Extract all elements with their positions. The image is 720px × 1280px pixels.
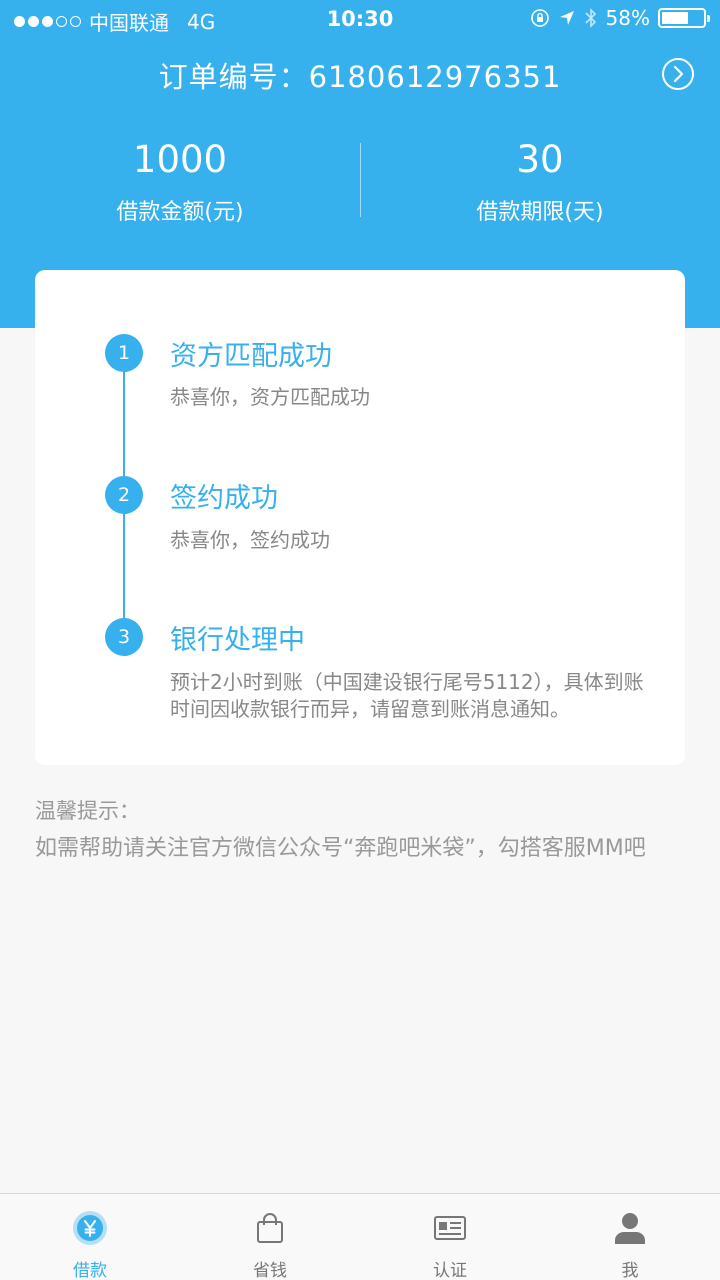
chevron-right-circle-icon[interactable] xyxy=(661,57,695,91)
yuan-icon xyxy=(73,1211,107,1245)
progress-card: 1 资方匹配成功 恭喜你，资方匹配成功 2 签约成功 恭喜你，签约成功 3 银行… xyxy=(35,270,685,765)
step-desc-1: 恭喜你，资方匹配成功 xyxy=(170,385,370,409)
loan-term-stat: 30 借款期限(天) xyxy=(360,136,720,226)
step-title-2: 签约成功 xyxy=(170,483,278,514)
step-desc-3: 预计2小时到账（中国建设银行尾号5112），具体到账时间因收款银行而异，请留意到… xyxy=(170,670,644,721)
step-number-2: 2 xyxy=(105,476,143,514)
tip-text: 如需帮助请关注官方微信公众号“奔跑吧米袋”，勾搭客服MM吧 xyxy=(35,836,646,861)
status-bar: 中国联通 4G 10:30 58% xyxy=(0,0,720,38)
orientation-lock-icon xyxy=(530,9,549,27)
loan-amount-stat: 1000 借款金额(元) xyxy=(0,136,360,226)
id-card-icon xyxy=(434,1216,466,1240)
tab-me[interactable]: 我 xyxy=(540,1194,720,1280)
tab-save-label: 省钱 xyxy=(253,1261,287,1280)
tab-bar: 借款 省钱 认证 我 xyxy=(0,1193,720,1280)
tab-loan[interactable]: 借款 xyxy=(0,1194,180,1280)
user-icon xyxy=(615,1213,645,1244)
step-number-3: 3 xyxy=(105,618,143,656)
warm-tip: 温馨提示： 如需帮助请关注官方微信公众号“奔跑吧米袋”，勾搭客服MM吧 xyxy=(35,796,685,900)
bag-icon xyxy=(257,1213,283,1243)
tab-verify-label: 认证 xyxy=(433,1261,467,1280)
step-desc-2: 恭喜你，签约成功 xyxy=(170,528,330,552)
location-arrow-icon xyxy=(559,11,574,25)
battery-icon xyxy=(658,8,710,28)
battery-percent: 58% xyxy=(605,6,650,30)
bluetooth-icon xyxy=(584,8,596,28)
tab-loan-label: 借款 xyxy=(73,1261,107,1280)
step-title-1: 资方匹配成功 xyxy=(170,341,332,372)
step-title-3: 银行处理中 xyxy=(170,625,305,656)
loan-amount-value: 1000 xyxy=(132,138,228,181)
tab-save[interactable]: 省钱 xyxy=(180,1194,360,1280)
tab-verify[interactable]: 认证 xyxy=(360,1194,540,1280)
tip-heading: 温馨提示： xyxy=(35,799,140,823)
loan-term-label: 借款期限(天) xyxy=(476,200,604,225)
tab-me-label: 我 xyxy=(621,1261,639,1280)
order-number: 订单编号：6180612976351 xyxy=(158,60,562,94)
loan-amount-label: 借款金额(元) xyxy=(116,200,244,225)
loan-term-value: 30 xyxy=(516,138,564,181)
step-number-1: 1 xyxy=(105,334,143,372)
